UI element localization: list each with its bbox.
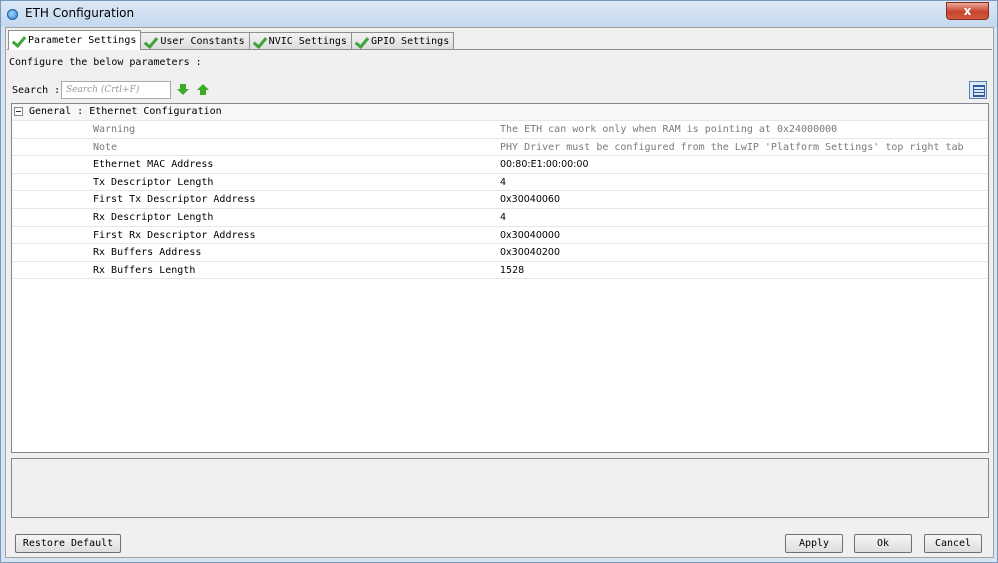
- parameter-name: Note: [93, 141, 118, 153]
- tab-label: User Constants: [160, 36, 245, 47]
- collapse-icon[interactable]: [14, 107, 23, 116]
- description-area: [11, 458, 989, 518]
- eth-configuration-window: ETH Configuration x Parameter Settings U…: [0, 0, 998, 563]
- table-row[interactable]: Tx Descriptor Length 4: [12, 174, 988, 192]
- table-row[interactable]: Note PHY Driver must be configured from …: [12, 139, 988, 157]
- apply-button[interactable]: Apply: [785, 534, 843, 553]
- window-title: ETH Configuration: [25, 6, 135, 20]
- table-row[interactable]: Rx Buffers Address 0x30040200: [12, 244, 988, 262]
- search-previous-icon[interactable]: [197, 84, 209, 96]
- parameter-value[interactable]: 0x30040060: [500, 194, 560, 205]
- restore-default-button[interactable]: Restore Default: [15, 534, 121, 553]
- tab-nvic-settings[interactable]: NVIC Settings: [248, 32, 352, 50]
- group-row-general[interactable]: General : Ethernet Configuration: [12, 104, 988, 121]
- configure-instruction: Configure the below parameters :: [9, 57, 202, 68]
- table-row[interactable]: Rx Descriptor Length 4: [12, 209, 988, 227]
- parameter-name: Tx Descriptor Length: [93, 176, 214, 188]
- check-icon: [253, 35, 266, 48]
- ok-button[interactable]: Ok: [854, 534, 912, 553]
- dialog-body: Parameter Settings User Constants NVIC S…: [5, 27, 994, 558]
- table-row[interactable]: Warning The ETH can work only when RAM i…: [12, 121, 988, 139]
- parameter-settings-panel: Configure the below parameters : Search …: [7, 49, 992, 519]
- parameter-name: First Tx Descriptor Address: [93, 194, 256, 206]
- parameter-value[interactable]: 4: [500, 177, 506, 188]
- check-icon: [12, 34, 25, 47]
- tab-gpio-settings[interactable]: GPIO Settings: [350, 32, 455, 50]
- title-bar[interactable]: ETH Configuration x: [1, 1, 997, 27]
- app-icon: [7, 9, 18, 20]
- parameter-name: Rx Descriptor Length: [93, 211, 214, 223]
- table-row[interactable]: First Rx Descriptor Address 0x30040000: [12, 227, 988, 245]
- parameter-value[interactable]: 0x30040000: [500, 230, 560, 241]
- parameter-name: Rx Buffers Length: [93, 264, 196, 276]
- table-view-icon[interactable]: [969, 81, 987, 99]
- search-input[interactable]: Search (Crtl+F): [61, 81, 171, 99]
- parameter-value: The ETH can work only when RAM is pointi…: [500, 124, 838, 135]
- parameter-value[interactable]: 00:80:E1:00:00:00: [500, 159, 589, 170]
- parameter-name: First Rx Descriptor Address: [93, 229, 256, 241]
- check-icon: [355, 35, 368, 48]
- parameter-name: Ethernet MAC Address: [93, 159, 214, 171]
- tab-parameter-settings[interactable]: Parameter Settings: [8, 30, 142, 50]
- tab-bar: Parameter Settings User Constants NVIC S…: [8, 30, 455, 50]
- tab-label: NVIC Settings: [268, 36, 347, 47]
- group-label: General : Ethernet Configuration: [29, 106, 222, 117]
- close-button[interactable]: x: [946, 2, 989, 20]
- tab-label: GPIO Settings: [370, 36, 450, 47]
- tab-label: Parameter Settings: [28, 35, 137, 46]
- parameter-value: PHY Driver must be configured from the L…: [500, 141, 964, 153]
- parameter-value[interactable]: 1528: [500, 265, 524, 276]
- search-next-icon[interactable]: [177, 84, 189, 96]
- parameter-name: Warning: [93, 124, 136, 135]
- cancel-button[interactable]: Cancel: [924, 534, 982, 553]
- check-icon: [144, 35, 157, 48]
- parameter-value[interactable]: 4: [500, 212, 506, 223]
- table-row[interactable]: Ethernet MAC Address 00:80:E1:00:00:00: [12, 156, 988, 174]
- parameter-grid: General : Ethernet Configuration Warning…: [11, 103, 989, 453]
- parameter-value[interactable]: 0x30040200: [500, 247, 560, 258]
- search-label: Search :: [12, 85, 61, 96]
- tab-user-constants[interactable]: User Constants: [140, 32, 250, 50]
- table-row[interactable]: Rx Buffers Length 1528: [12, 262, 988, 280]
- parameter-name: Rx Buffers Address: [93, 247, 202, 259]
- table-row[interactable]: First Tx Descriptor Address 0x30040060: [12, 191, 988, 209]
